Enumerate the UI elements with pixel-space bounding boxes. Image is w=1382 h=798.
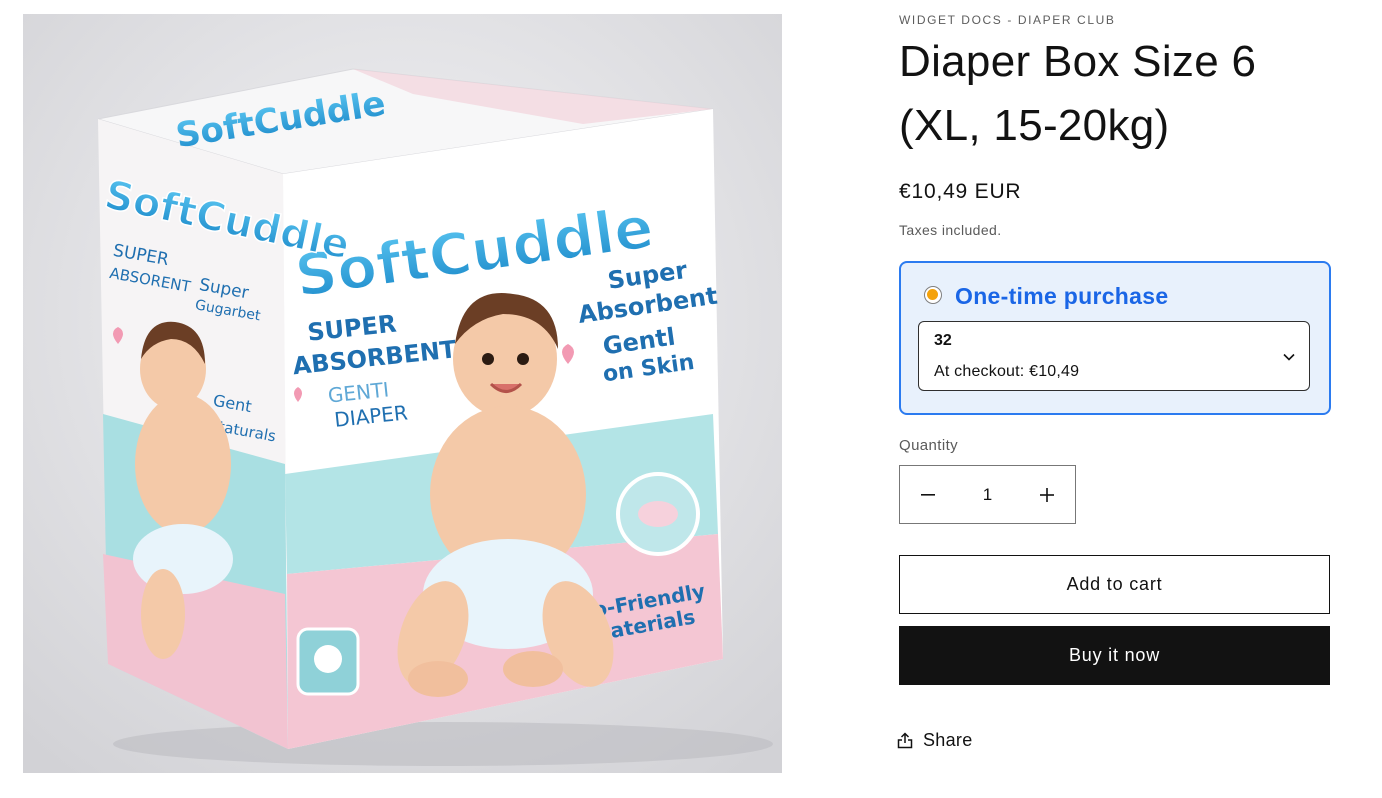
purchase-option-widget: One-time purchase 32 At checkout: €10,49 (899, 261, 1331, 415)
product-image[interactable]: SoftCuddle SoftCuddle SoftCuddle SUPER A… (23, 14, 782, 773)
variant-select[interactable]: 32 At checkout: €10,49 (918, 321, 1310, 391)
quantity-input[interactable] (956, 466, 1019, 523)
share-icon (897, 732, 913, 749)
checkout-price-line: At checkout: €10,49 (934, 363, 1080, 380)
product-vendor: WIDGET DOCS - DIAPER CLUB (899, 13, 1116, 27)
share-button[interactable]: Share (897, 730, 973, 751)
purchase-option-label[interactable]: One-time purchase (955, 283, 1168, 310)
variant-select-value: 32 (934, 332, 952, 349)
tax-note: Taxes included. (899, 222, 1002, 238)
decrease-quantity-button[interactable] (900, 466, 956, 523)
quantity-stepper (899, 465, 1076, 524)
diaper-box-illustration: SoftCuddle SoftCuddle SoftCuddle SUPER A… (23, 14, 782, 773)
increase-quantity-button[interactable] (1019, 466, 1075, 523)
minus-icon (921, 493, 935, 496)
plus-icon (1040, 487, 1054, 502)
product-title: Diaper Box Size 6 (XL, 15-20kg) (899, 37, 1257, 150)
buy-now-button[interactable]: Buy it now (899, 626, 1330, 685)
product-price: €10,49 EUR (899, 180, 1022, 203)
quantity-label: Quantity (899, 437, 959, 454)
purchase-option-radio[interactable] (924, 286, 942, 304)
share-label: Share (923, 730, 973, 750)
chevron-down-icon[interactable] (1283, 348, 1295, 366)
add-to-cart-button[interactable]: Add to cart (899, 555, 1330, 614)
